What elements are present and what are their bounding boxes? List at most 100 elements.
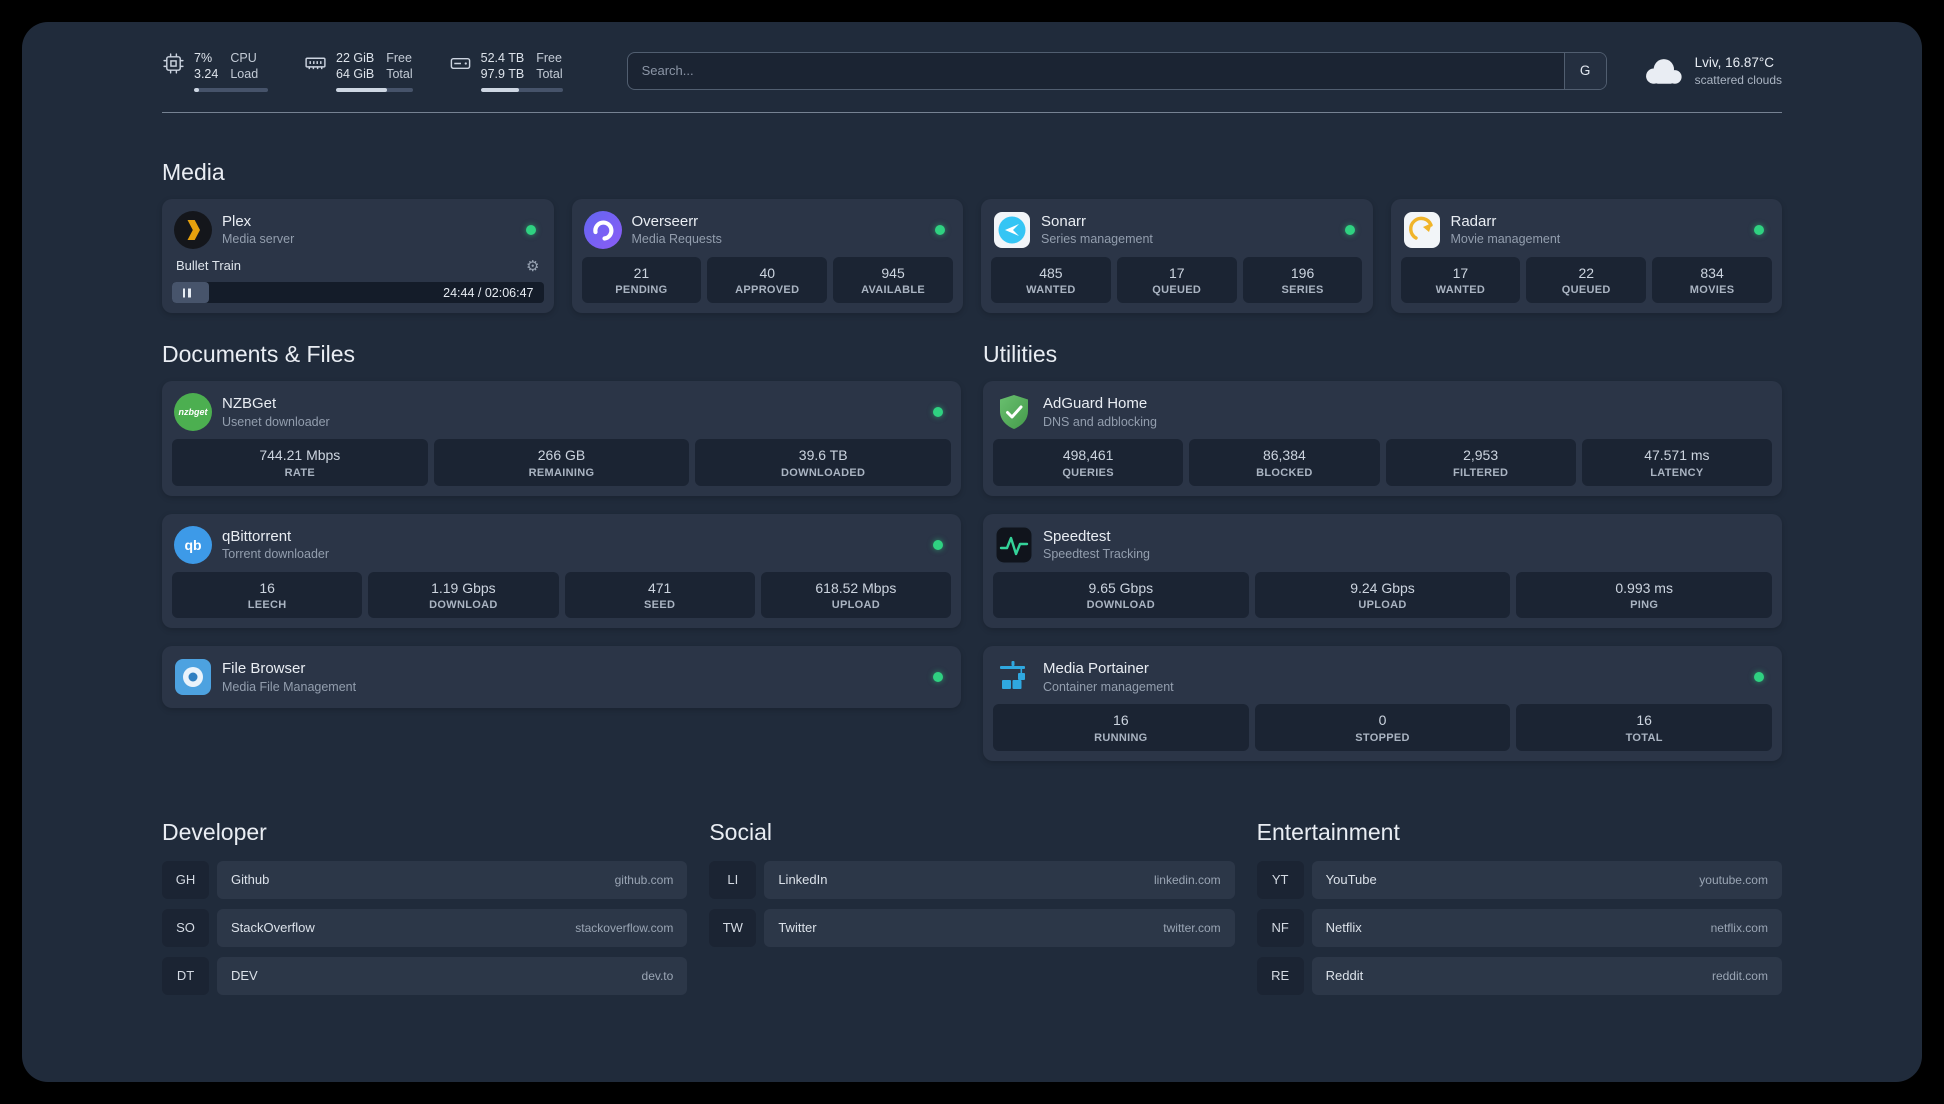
disk-free-value: 52.4 TB [480, 51, 525, 65]
stat-filtered: 2,953 FILTERED [1385, 439, 1576, 486]
status-dot [935, 224, 945, 235]
section-title-entertainment: Entertainment [1256, 818, 1400, 845]
service-subtitle: Media File Management [222, 679, 357, 694]
service-card-nzbget[interactable]: nzbget NZBGet Usenet downloader 744.21 M… [162, 381, 961, 496]
section-documents: Documents & Files nzbget NZBGet Usenet d… [162, 341, 961, 761]
service-name: Speedtest [1043, 527, 1111, 545]
service-subtitle: DNS and adblocking [1043, 414, 1157, 429]
bookmark-url: dev.to [641, 968, 674, 983]
service-card-radarr[interactable]: Radarr Movie management 17 WANTED 22 QUE… [1390, 198, 1782, 313]
speedtest-icon [995, 526, 1033, 564]
cpu-icon [163, 53, 184, 74]
bookmark-stackoverflow[interactable]: SO StackOverflow stackoverflow.com [162, 908, 688, 947]
bookmark-twitter[interactable]: TW Twitter twitter.com [709, 908, 1235, 947]
stat-movies: 834 MOVIES [1652, 256, 1772, 303]
service-card-adguard[interactable]: AdGuard Home DNS and adblocking 498,461 … [983, 381, 1782, 496]
stat-ping: 0.993 ms PING [1516, 571, 1773, 618]
service-card-filebrowser[interactable]: File Browser Media File Management [162, 646, 961, 708]
stat-downloaded: 39.6 TB DOWNLOADED [695, 439, 952, 486]
status-dot [933, 407, 943, 417]
search-input[interactable] [627, 52, 1564, 89]
bookmark-name: YouTube [1325, 872, 1377, 887]
service-subtitle: Torrent downloader [222, 547, 330, 562]
bookmark-abbr: GH [162, 860, 209, 899]
section-title-social: Social [709, 818, 772, 845]
status-dot [1344, 224, 1355, 235]
section-developer: Developer GH Github github.com SO StackO… [162, 819, 688, 995]
filebrowser-icon [174, 658, 212, 696]
bookmark-url: netflix.com [1710, 920, 1768, 935]
stat-upload: 618.52 Mbps UPLOAD [760, 571, 951, 618]
bookmark-abbr: TW [709, 908, 757, 947]
bookmark-name: LinkedIn [778, 872, 828, 887]
stat-wanted: 485 WANTED [991, 256, 1111, 303]
stat-seed: 471 SEED [564, 571, 755, 618]
bookmark-url: reddit.com [1711, 968, 1768, 983]
bookmark-reddit[interactable]: RE Reddit reddit.com [1256, 956, 1782, 995]
service-subtitle: Movie management [1450, 232, 1561, 247]
service-subtitle: Media server [222, 232, 295, 247]
service-card-speedtest[interactable]: Speedtest Speedtest Tracking 9.65 Gbps D… [983, 513, 1782, 628]
disk-total-value: 97.9 TB [480, 67, 525, 82]
service-subtitle: Speedtest Tracking [1043, 547, 1151, 562]
bookmark-youtube[interactable]: YT YouTube youtube.com [1256, 860, 1782, 899]
weather-location: Lviv, 16.87°C [1694, 54, 1775, 70]
memory-usage-bar [336, 87, 413, 92]
stat-pending: 21 PENDING [581, 256, 702, 303]
service-subtitle: Usenet downloader [222, 414, 330, 429]
status-dot [933, 539, 943, 550]
cpu-load-value: 3.24 [194, 67, 219, 82]
bookmark-url: youtube.com [1699, 872, 1768, 887]
service-name: Sonarr [1041, 212, 1087, 230]
stat-leech: 16 LEECH [172, 571, 363, 618]
disk-usage-bar [480, 87, 563, 92]
service-subtitle: Container management [1043, 679, 1174, 694]
nzbget-icon: nzbget [174, 393, 212, 431]
section-title-documents: Documents & Files [162, 341, 356, 367]
pause-icon[interactable] [181, 288, 192, 297]
bookmark-abbr: LI [709, 860, 757, 899]
status-dot [1754, 672, 1764, 682]
service-card-plex[interactable]: Plex Media server Bullet Train ⚙ 24:44 /… [162, 198, 554, 313]
playback-time: 24:44 / 02:06:47 [443, 285, 534, 300]
status-dot [1754, 224, 1764, 235]
portainer-icon [995, 658, 1033, 696]
cpu-usage-bar [194, 87, 268, 92]
service-card-portainer[interactable]: Media Portainer Container management 16 … [983, 646, 1782, 761]
status-dot [525, 224, 536, 235]
stat-rate: 744.21 Mbps RATE [172, 439, 428, 486]
playback-progress-bar[interactable]: 24:44 / 02:06:47 [172, 282, 544, 303]
service-card-qbittorrent[interactable]: qb qBittorrent Torrent downloader 16 LEE… [162, 513, 961, 628]
service-card-sonarr[interactable]: Sonarr Series management 485 WANTED 17 Q… [981, 198, 1373, 313]
plex-icon [174, 210, 212, 249]
bookmark-dev[interactable]: DT DEV dev.to [162, 956, 688, 995]
service-card-overseerr[interactable]: Overseerr Media Requests 21 PENDING 40 A… [571, 198, 963, 313]
weather-condition: scattered clouds [1694, 72, 1782, 87]
bookmark-url: linkedin.com [1153, 872, 1221, 887]
stat-available: 945 AVAILABLE [833, 256, 953, 303]
bookmark-netflix[interactable]: NF Netflix netflix.com [1256, 908, 1782, 947]
cpu-label: CPU [230, 51, 257, 65]
memory-free-value: 22 GiB [336, 51, 375, 65]
stat-approved: 40 APPROVED [707, 256, 828, 303]
gear-icon[interactable]: ⚙ [526, 257, 539, 275]
stat-download: 1.19 Gbps DOWNLOAD [368, 571, 559, 618]
section-title-utilities: Utilities [983, 341, 1058, 367]
bookmark-name: Reddit [1325, 968, 1364, 983]
service-name: NZBGet [222, 395, 277, 413]
bookmark-linkedin[interactable]: LI LinkedIn linkedin.com [709, 860, 1235, 899]
service-name: Media Portainer [1043, 660, 1149, 678]
dashboard-page: 7% 3.24 CPU Load 22 GiB 64 GiB Free Tota… [22, 22, 1922, 1082]
search-provider-button[interactable]: G [1563, 52, 1606, 89]
memory-icon [305, 57, 326, 70]
stat-upload: 9.24 Gbps UPLOAD [1254, 571, 1511, 618]
bookmark-url: github.com [614, 872, 674, 887]
bookmark-github[interactable]: GH Github github.com [162, 860, 688, 899]
cpu-load-label: Load [230, 67, 259, 82]
stat-download: 9.65 Gbps DOWNLOAD [993, 571, 1249, 618]
section-utilities: Utilities AdGuard Home DNS and adblockin… [983, 341, 1782, 761]
disk-free-label: Free [536, 51, 562, 65]
bookmark-name: DEV [231, 968, 258, 983]
service-subtitle: Media Requests [631, 232, 722, 247]
search-bar[interactable]: G [626, 51, 1607, 90]
